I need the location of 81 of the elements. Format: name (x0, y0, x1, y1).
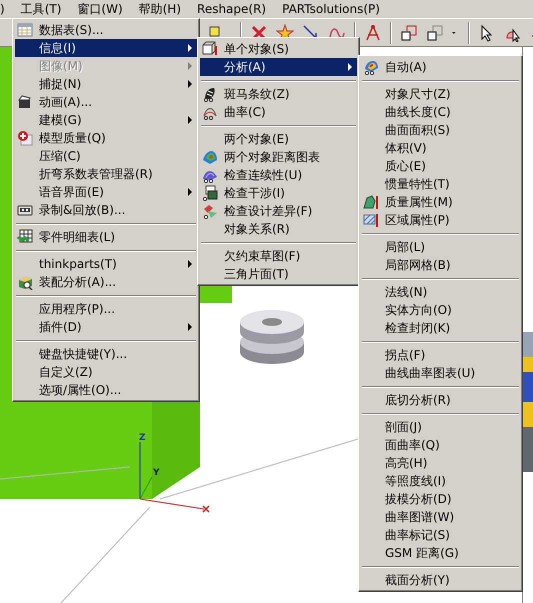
menu-item[interactable]: 动画(A)... (15, 93, 197, 111)
menu-bar-item[interactable]: 窗口(W) (71, 0, 129, 18)
interference-icon (202, 185, 218, 201)
menu-item[interactable]: 自动(A) (361, 58, 520, 76)
menu-item[interactable]: 曲线曲率图表(U) (361, 364, 520, 382)
plus-icon (17, 130, 33, 146)
menu-item[interactable]: 质心(E) (361, 157, 520, 175)
menu-item[interactable]: 应用程序(P)... (15, 300, 197, 318)
menu-item[interactable]: 局部(L) (361, 238, 520, 256)
menu-bar-item[interactable]: 工具(T) (14, 0, 68, 18)
menu-item[interactable]: 等照度线(I) (361, 472, 520, 490)
menu-item[interactable]: 拔模分析(D) (361, 490, 520, 508)
menu-item[interactable]: 捕捉(N) (15, 75, 197, 93)
menu-item[interactable]: 斑马条纹(Z) (200, 85, 357, 103)
menu-item[interactable]: 折弯系数表管理器(R) (15, 165, 197, 183)
axes-drawing (140, 442, 210, 513)
menu-item[interactable]: 剖面(J) (361, 418, 520, 436)
menu-item[interactable]: 三角片面(T) (200, 265, 357, 283)
menu-item[interactable]: 法线(N) (361, 283, 520, 301)
menu-item[interactable]: 截面分析(Y) (361, 571, 520, 589)
menu-item[interactable]: 两个对象距离图表 (200, 148, 357, 166)
menu-item[interactable]: 高亮(H) (361, 454, 520, 472)
menu-item[interactable]: 插件(D) (15, 318, 197, 336)
axis-label: Z (139, 433, 146, 443)
menu-item[interactable]: 惯量特性(T) (361, 175, 520, 193)
menu-item[interactable]: 实体方向(O) (361, 301, 520, 319)
menu-item[interactable]: 选项/属性(O)... (15, 381, 197, 399)
menu-item[interactable]: 曲率标记(S) (361, 526, 520, 544)
menu-item[interactable]: 键盘快捷键(Y)... (15, 345, 197, 363)
menu-item[interactable]: 两个对象(E) (200, 130, 357, 148)
menu-bar-item[interactable]: 帮助(H) (132, 0, 188, 18)
menu-item[interactable]: 语音界面(E) (15, 183, 197, 201)
compass-icon[interactable] (364, 24, 382, 42)
menu-item[interactable]: 底切分析(R) (361, 391, 520, 409)
menu-item[interactable]: 信息(I) (15, 39, 197, 57)
menu-item[interactable]: 模型质量(Q) (15, 129, 197, 147)
menu-item[interactable]: 录制&回放(B)... (15, 201, 197, 219)
menu-item[interactable]: 自定义(Z) (15, 363, 197, 381)
cube-icon (202, 41, 218, 57)
menu-item[interactable]: 曲面面积(S) (361, 121, 520, 139)
menu-item[interactable]: 体积(V) (361, 139, 520, 157)
menu-item[interactable]: 压缩(C) (15, 147, 197, 165)
menu-item[interactable]: 单个对象(S) (200, 40, 357, 58)
menu-item[interactable]: 建模(G) (15, 111, 197, 129)
menu-bar-item[interactable]: Reshape(R) (191, 1, 272, 17)
washer-drawing (240, 310, 304, 364)
color-map-icon (363, 59, 379, 75)
menu-item[interactable]: 曲率(C) (200, 103, 357, 121)
menu-item[interactable]: 曲线长度(C) (361, 103, 520, 121)
clapper-icon (17, 94, 33, 110)
menu-item[interactable]: 检查连续性(U) (200, 166, 357, 184)
menu-item[interactable]: 对象关系(R) (200, 220, 357, 238)
menu-item[interactable]: 检查干涉(I) (200, 184, 357, 202)
menu-item[interactable]: 零件明细表(L) (15, 228, 197, 246)
menu-item[interactable]: 数据表(S)... (15, 21, 197, 39)
menu-item[interactable]: 面曲率(Q) (361, 436, 520, 454)
menu-item[interactable]: 装配分析(A)... (15, 273, 197, 291)
menu-item[interactable]: 检查设计差异(F) (200, 202, 357, 220)
menu-bar-item[interactable]: ) (0, 1, 11, 17)
menu-item[interactable]: 曲率图谱(W) (361, 508, 520, 526)
menu-item[interactable]: 质量属性(M) (361, 193, 520, 211)
menu-bar-item[interactable]: PARTsolutions(P) (276, 1, 386, 17)
grid-icon (17, 229, 33, 245)
axis-label: Y (153, 468, 160, 478)
menu-item[interactable]: 分析(A) (200, 58, 357, 76)
hatch-icon (363, 212, 379, 228)
diff-icon (202, 203, 218, 219)
menu-item[interactable]: 对象尺寸(Z) (361, 85, 520, 103)
cubes-icon[interactable] (400, 24, 418, 42)
menu-item[interactable]: thinkparts(T) (15, 255, 197, 273)
menu-item[interactable]: 欠约束草图(F) (200, 247, 357, 265)
menu-item[interactable]: 检查封闭(K) (361, 319, 520, 337)
menu-item[interactable]: 拐点(F) (361, 346, 520, 364)
box-icon (17, 274, 33, 290)
menu-item[interactable]: 局部网格(B) (361, 256, 520, 274)
table-icon (17, 22, 33, 38)
menu-item[interactable]: GSM 距离(G) (361, 544, 520, 562)
mass-icon (363, 194, 379, 210)
menu-item[interactable]: 区域属性(P) (361, 211, 520, 229)
color-map-icon (202, 149, 218, 165)
cubes-icon[interactable] (426, 24, 444, 42)
